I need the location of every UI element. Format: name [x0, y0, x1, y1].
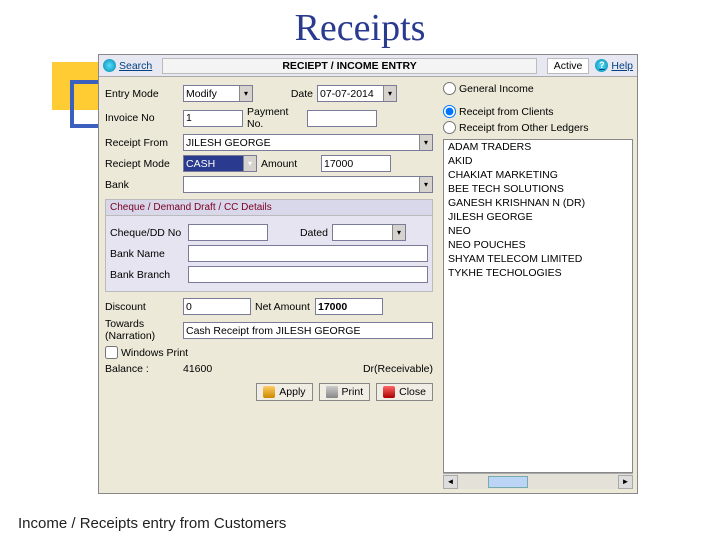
radio-other-input[interactable] [443, 121, 456, 134]
receipt-entry-window: Search RECIEPT / INCOME ENTRY Active ? H… [98, 54, 638, 494]
radio-general-label: General Income [459, 83, 534, 95]
list-item[interactable]: JILESH GEORGE [444, 210, 632, 224]
invoice-no-input[interactable] [183, 110, 243, 127]
cheque-dated-label: Dated [272, 227, 328, 239]
radio-receipt-clients[interactable]: Receipt from Clients [443, 105, 554, 118]
windows-print-label: Windows Print [121, 347, 188, 359]
date-label: Date [257, 88, 313, 100]
chevron-down-icon: ▾ [383, 86, 396, 101]
net-amount-label: Net Amount [255, 301, 311, 313]
chevron-down-icon: ▾ [419, 177, 432, 192]
radio-receipt-other[interactable]: Receipt from Other Ledgers [443, 121, 589, 134]
amount-input[interactable] [321, 155, 391, 172]
button-row: Apply Print Close [105, 383, 433, 401]
form-column: Entry Mode Modify ▾ Date 07-07-2014 ▾ In… [99, 77, 439, 493]
window-title: RECIEPT / INCOME ENTRY [162, 58, 537, 74]
receipt-mode-select[interactable]: CASH ▾ [183, 155, 257, 172]
cheque-no-input[interactable] [188, 224, 268, 241]
invoice-no-label: Invoice No [105, 112, 179, 124]
receipt-from-value: JILESH GEORGE [186, 137, 271, 149]
topbar: Search RECIEPT / INCOME ENTRY Active ? H… [99, 55, 637, 77]
cheque-section: Cheque/DD No Dated ▾ Bank Name Bank Bran… [105, 216, 433, 292]
search-label: Search [119, 60, 152, 72]
help-link[interactable]: ? Help [595, 59, 633, 72]
clients-listbox[interactable]: ADAM TRADERSAKIDCHAKIAT MARKETINGBEE TEC… [443, 139, 633, 473]
scroll-right-arrow[interactable]: ► [618, 475, 633, 489]
balance-value: 41600 [183, 363, 212, 375]
list-item[interactable]: NEO POUCHES [444, 238, 632, 252]
body-area: Entry Mode Modify ▾ Date 07-07-2014 ▾ In… [99, 77, 637, 493]
net-amount-input[interactable] [315, 298, 383, 315]
radio-clients-label: Receipt from Clients [459, 106, 554, 118]
apply-icon [263, 386, 275, 398]
list-item[interactable]: CHAKIAT MARKETING [444, 168, 632, 182]
drcr-indicator: Dr(Receivable) [363, 363, 433, 375]
bank-branch-input[interactable] [188, 266, 428, 283]
slide-caption: Income / Receipts entry from Customers [18, 515, 286, 532]
bank-select[interactable]: ▾ [183, 176, 433, 193]
totals-area: Discount Net Amount Towards (Narration) … [105, 298, 433, 375]
bank-branch-label: Bank Branch [110, 269, 184, 281]
radio-other-label: Receipt from Other Ledgers [459, 122, 589, 134]
entry-mode-select[interactable]: Modify ▾ [183, 85, 253, 102]
income-type-radios: General Income Receipt from Clients [443, 80, 633, 121]
apply-label: Apply [279, 386, 305, 398]
close-label: Close [399, 386, 426, 398]
chevron-down-icon: ▾ [392, 225, 405, 240]
chevron-down-icon: ▾ [239, 86, 252, 101]
cheque-no-label: Cheque/DD No [110, 227, 184, 239]
list-item[interactable]: GANESH KRISHNAN N (DR) [444, 196, 632, 210]
close-icon [383, 386, 395, 398]
entry-mode-label: Entry Mode [105, 88, 179, 100]
payment-no-input[interactable] [307, 110, 377, 127]
list-item[interactable]: SHYAM TELECOM LIMITED [444, 252, 632, 266]
receipt-mode-label: Reciept Mode [105, 158, 179, 170]
payment-no-label: Payment No. [247, 106, 303, 130]
towards-label: Towards (Narration) [105, 319, 179, 342]
list-item[interactable]: TYKHE TECHOLOGIES [444, 266, 632, 280]
radio-general-income[interactable]: General Income [443, 82, 534, 95]
balance-label: Balance : [105, 363, 179, 375]
cheque-dated-field[interactable]: ▾ [332, 224, 406, 241]
receipt-from-select[interactable]: JILESH GEORGE ▾ [183, 134, 433, 151]
close-button[interactable]: Close [376, 383, 433, 401]
chevron-down-icon: ▾ [419, 135, 432, 150]
cheque-section-header: Cheque / Demand Draft / CC Details [105, 199, 433, 216]
list-item[interactable]: AKID [444, 154, 632, 168]
search-link[interactable]: Search [103, 59, 152, 72]
windows-print-checkbox[interactable] [105, 346, 118, 359]
bank-name-input[interactable] [188, 245, 428, 262]
towards-input[interactable] [183, 322, 433, 339]
scroll-left-arrow[interactable]: ◄ [443, 475, 458, 489]
bank-label: Bank [105, 179, 179, 191]
list-item[interactable]: NEO [444, 224, 632, 238]
print-icon [326, 386, 338, 398]
receipt-from-label: Receipt From [105, 137, 179, 149]
bank-name-label: Bank Name [110, 248, 184, 260]
help-icon: ? [595, 59, 608, 72]
print-label: Print [342, 386, 364, 398]
list-item[interactable]: ADAM TRADERS [444, 140, 632, 154]
status-badge: Active [547, 58, 590, 74]
right-column: General Income Receipt from Clients Rece… [439, 77, 637, 493]
scroll-thumb[interactable] [488, 476, 528, 488]
help-label: Help [611, 60, 633, 72]
discount-label: Discount [105, 301, 179, 313]
search-icon [103, 59, 116, 72]
amount-label: Amount [261, 158, 317, 170]
radio-clients-input[interactable] [443, 105, 456, 118]
chevron-down-icon: ▾ [243, 156, 256, 171]
entry-mode-value: Modify [186, 88, 217, 100]
date-field[interactable]: 07-07-2014 ▾ [317, 85, 397, 102]
discount-input[interactable] [183, 298, 251, 315]
print-button[interactable]: Print [319, 383, 371, 401]
slide-title: Receipts [0, 6, 720, 50]
date-value: 07-07-2014 [320, 88, 374, 100]
radio-general-input[interactable] [443, 82, 456, 95]
list-item[interactable]: BEE TECH SOLUTIONS [444, 182, 632, 196]
receipt-mode-value: CASH [186, 158, 215, 170]
apply-button[interactable]: Apply [256, 383, 312, 401]
horizontal-scrollbar[interactable]: ◄ ► [443, 473, 633, 489]
windows-print-check[interactable]: Windows Print [105, 346, 188, 359]
